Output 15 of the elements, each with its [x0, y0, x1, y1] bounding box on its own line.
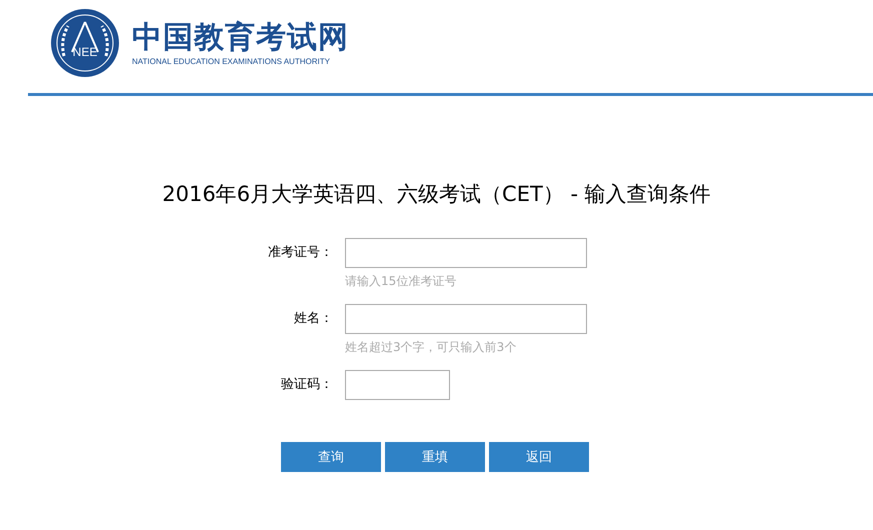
field-hint: 请输入15位准考证号 — [345, 273, 458, 290]
field-label: 姓名： — [293, 310, 333, 328]
field-label: 验证码： — [280, 376, 333, 394]
field-hint: 姓名超过3个字，可只输入前3个 — [345, 339, 518, 356]
page-title: 2016年6月大学英语四、六级考试（CET） - 输入查询条件 — [161, 181, 712, 208]
input-field[interactable] — [345, 238, 587, 268]
site-name: 中国教育考试网 — [132, 20, 349, 54]
logo-icon: NEE — [50, 8, 120, 78]
input-field[interactable] — [345, 370, 450, 400]
site-name-english: NATIONAL EDUCATION EXAMINATIONS AUTHORITY — [132, 56, 331, 66]
form-button[interactable]: 重填 — [385, 442, 485, 472]
form-button[interactable]: 查询 — [281, 442, 381, 472]
field-label: 准考证号： — [267, 244, 333, 262]
input-field[interactable] — [345, 304, 587, 334]
form-button[interactable]: 返回 — [489, 442, 589, 472]
